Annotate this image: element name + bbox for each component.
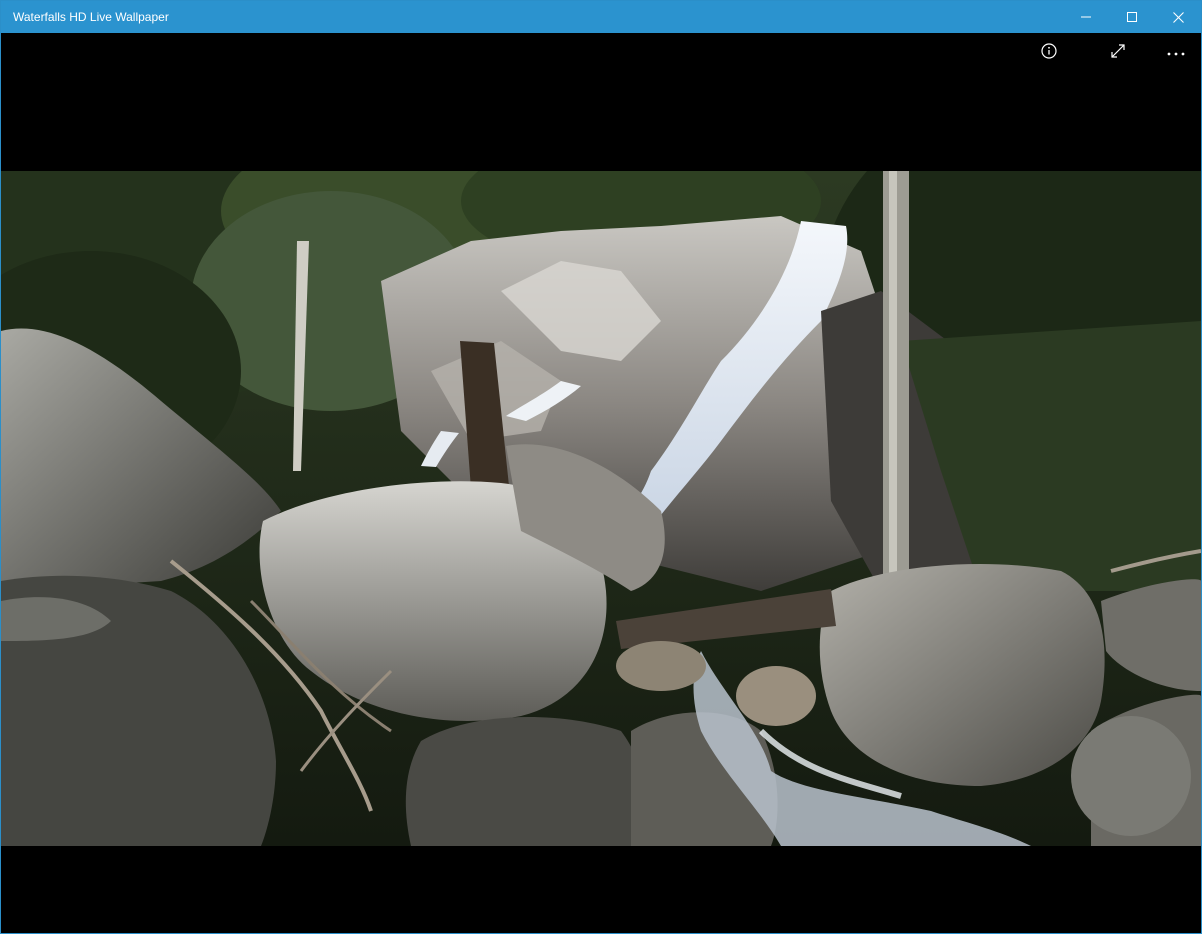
close-icon <box>1172 11 1184 23</box>
window-title: Waterfalls HD Live Wallpaper <box>13 10 169 24</box>
waterfall-video <box>1 171 1201 846</box>
waterfall-scene-image <box>1 171 1201 846</box>
app-window: Waterfalls HD Live Wallpaper <box>0 0 1202 934</box>
more-options-icon <box>1166 44 1186 62</box>
app-content <box>1 33 1201 933</box>
info-button[interactable] <box>1033 37 1065 69</box>
maximize-icon <box>1127 12 1137 22</box>
fullscreen-button[interactable] <box>1102 37 1134 69</box>
more-options-button[interactable] <box>1160 37 1192 69</box>
minimize-icon <box>1081 12 1091 22</box>
close-button[interactable] <box>1155 1 1201 33</box>
fullscreen-icon <box>1110 43 1126 64</box>
title-bar[interactable]: Waterfalls HD Live Wallpaper <box>1 1 1201 33</box>
minimize-button[interactable] <box>1063 1 1109 33</box>
info-icon <box>1041 42 1057 64</box>
maximize-button[interactable] <box>1109 1 1155 33</box>
